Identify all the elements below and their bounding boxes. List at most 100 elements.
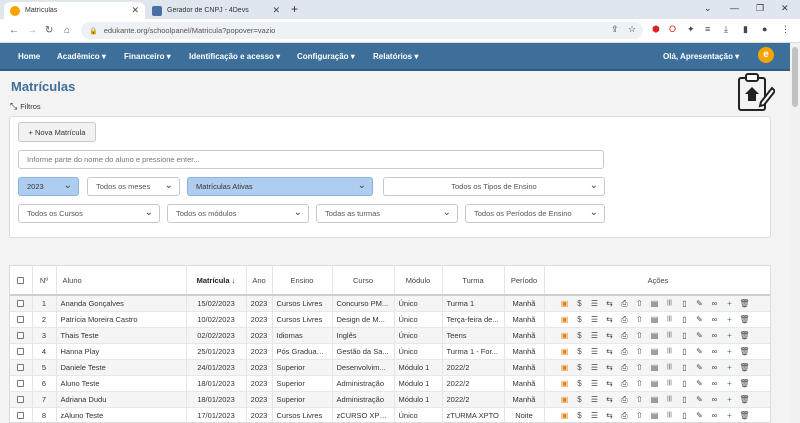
select-checkbox[interactable] — [10, 343, 33, 360]
transfer-icon[interactable]: ⇆ — [604, 298, 616, 309]
modules-select[interactable]: Todos os módulos — [167, 204, 309, 223]
id-card-icon[interactable]: ▤ — [649, 394, 661, 405]
add-user-icon[interactable]: + — [724, 298, 736, 309]
new-tab-icon[interactable]: + — [291, 2, 298, 16]
printer-icon[interactable]: ⎙ — [619, 346, 631, 357]
profile-icon[interactable]: ▣ — [559, 346, 571, 357]
back-icon[interactable]: ← — [9, 25, 19, 36]
profile-icon[interactable]: ▣ — [559, 394, 571, 405]
dollar-icon[interactable]: $ — [574, 410, 586, 421]
close-icon[interactable]: ✕ — [131, 5, 139, 16]
table-row[interactable]: 6 Aluno Teste 18/01/2023 2023 Superior Admini… — [10, 375, 770, 392]
select-checkbox[interactable] — [10, 359, 33, 376]
checklist-icon[interactable]: ☰ — [589, 314, 601, 325]
share-icon[interactable]: ⇪ — [611, 24, 619, 35]
table-row[interactable]: 3 Thais Teste 02/02/2023 2023 Idiomas Inglês Ú… — [10, 327, 770, 344]
select-all-checkbox[interactable] — [10, 266, 33, 296]
status-select[interactable]: Matrículas Ativas — [187, 177, 373, 196]
document-icon[interactable]: ▯ — [679, 410, 691, 421]
barcode-icon[interactable]: ||| — [664, 394, 676, 405]
contract-icon[interactable]: ✎ — [694, 394, 706, 405]
add-user-icon[interactable]: + — [724, 346, 736, 357]
months-select[interactable]: Todos os meses — [87, 177, 180, 196]
adblock-icon[interactable]: ⬢ — [652, 24, 660, 35]
student-search-input[interactable]: Informe parte do nome do aluno e pressio… — [18, 150, 604, 169]
select-checkbox[interactable] — [10, 311, 33, 328]
dollar-icon[interactable]: $ — [574, 378, 586, 389]
document-icon[interactable]: ▯ — [679, 330, 691, 341]
select-checkbox[interactable] — [10, 295, 33, 312]
menu-icon[interactable]: ⋮ — [781, 24, 790, 35]
upload-icon[interactable]: ⇧ — [634, 410, 646, 421]
opera-icon[interactable]: O — [669, 24, 676, 34]
contract-icon[interactable]: ✎ — [694, 410, 706, 421]
barcode-icon[interactable]: ||| — [664, 314, 676, 325]
profile-avatar-icon[interactable]: ● — [762, 24, 767, 34]
barcode-icon[interactable]: ||| — [664, 378, 676, 389]
nav-identificacao[interactable]: Identificação e acesso ▾ — [189, 52, 280, 61]
tab-search-icon[interactable]: ⌄ — [704, 3, 712, 14]
profile-icon[interactable]: ▣ — [559, 410, 571, 421]
transfer-icon[interactable]: ⇆ — [604, 378, 616, 389]
courses-select[interactable]: Todos os Cursos — [18, 204, 160, 223]
contract-icon[interactable]: ✎ — [694, 346, 706, 357]
home-icon[interactable]: ⌂ — [64, 25, 70, 36]
trash-icon[interactable]: 🗑 — [739, 378, 751, 389]
window-close-icon[interactable]: ✕ — [781, 3, 789, 14]
new-enrollment-button[interactable]: + Nova Matrícula — [18, 122, 96, 142]
contract-icon[interactable]: ✎ — [694, 298, 706, 309]
transfer-icon[interactable]: ⇆ — [604, 346, 616, 357]
trash-icon[interactable]: 🗑 — [739, 330, 751, 341]
printer-icon[interactable]: ⎙ — [619, 394, 631, 405]
col-year[interactable]: Ano — [246, 266, 273, 296]
checklist-icon[interactable]: ☰ — [589, 378, 601, 389]
printer-icon[interactable]: ⎙ — [619, 298, 631, 309]
add-user-icon[interactable]: + — [724, 410, 736, 421]
dollar-icon[interactable]: $ — [574, 330, 586, 341]
col-student[interactable]: Aluno — [56, 266, 187, 296]
barcode-icon[interactable]: ||| — [664, 362, 676, 373]
trash-icon[interactable]: 🗑 — [739, 394, 751, 405]
link-icon[interactable]: ∞ — [709, 330, 721, 341]
link-icon[interactable]: ∞ — [709, 314, 721, 325]
add-user-icon[interactable]: + — [724, 394, 736, 405]
col-course[interactable]: Curso — [332, 266, 395, 296]
select-checkbox[interactable] — [10, 375, 33, 392]
document-icon[interactable]: ▯ — [679, 298, 691, 309]
table-row[interactable]: 7 Adriana Dudu 18/01/2023 2023 Superior Admin… — [10, 391, 770, 408]
add-user-icon[interactable]: + — [724, 314, 736, 325]
forward-icon[interactable]: → — [27, 25, 37, 36]
barcode-icon[interactable]: ||| — [664, 346, 676, 357]
year-select[interactable]: 2023 — [18, 177, 79, 196]
contract-icon[interactable]: ✎ — [694, 314, 706, 325]
sidebar-icon[interactable]: ▮ — [743, 24, 748, 35]
url-field[interactable]: 🔒 edukante.org/schoolpanel/Matricula?pop… — [81, 22, 643, 39]
nav-home[interactable]: Home — [18, 52, 40, 61]
link-icon[interactable]: ∞ — [709, 362, 721, 373]
trash-icon[interactable]: 🗑 — [739, 362, 751, 373]
checklist-icon[interactable]: ☰ — [589, 394, 601, 405]
printer-icon[interactable]: ⎙ — [619, 362, 631, 373]
printer-icon[interactable]: ⎙ — [619, 378, 631, 389]
id-card-icon[interactable]: ▤ — [649, 410, 661, 421]
col-period[interactable]: Período — [504, 266, 545, 296]
browser-tab-gerador[interactable]: Gerador de CNPJ - 4Devs ✕ — [146, 2, 286, 19]
transfer-icon[interactable]: ⇆ — [604, 362, 616, 373]
upload-icon[interactable]: ⇧ — [634, 394, 646, 405]
browser-tab-matriculas[interactable]: Matrículas ✕ — [4, 2, 145, 19]
media-icon[interactable]: ≡ — [705, 24, 710, 34]
minimize-icon[interactable]: — — [730, 3, 739, 13]
page-scrollbar[interactable] — [790, 43, 800, 423]
id-card-icon[interactable]: ▤ — [649, 314, 661, 325]
reload-icon[interactable]: ↻ — [45, 25, 53, 36]
document-icon[interactable]: ▯ — [679, 378, 691, 389]
select-checkbox[interactable] — [10, 391, 33, 408]
nav-financeiro[interactable]: Financeiro ▾ — [124, 52, 171, 61]
printer-icon[interactable]: ⎙ — [619, 314, 631, 325]
col-class[interactable]: Turma — [442, 266, 505, 296]
id-card-icon[interactable]: ▤ — [649, 330, 661, 341]
checklist-icon[interactable]: ☰ — [589, 298, 601, 309]
table-row[interactable]: 1 Ananda Gonçalves 15/02/2023 2023 Cursos Li… — [10, 295, 770, 312]
table-row[interactable]: 2 Patrícia Moreira Castro 10/02/2023 2023 Cu… — [10, 311, 770, 328]
close-icon[interactable]: ✕ — [272, 5, 280, 16]
